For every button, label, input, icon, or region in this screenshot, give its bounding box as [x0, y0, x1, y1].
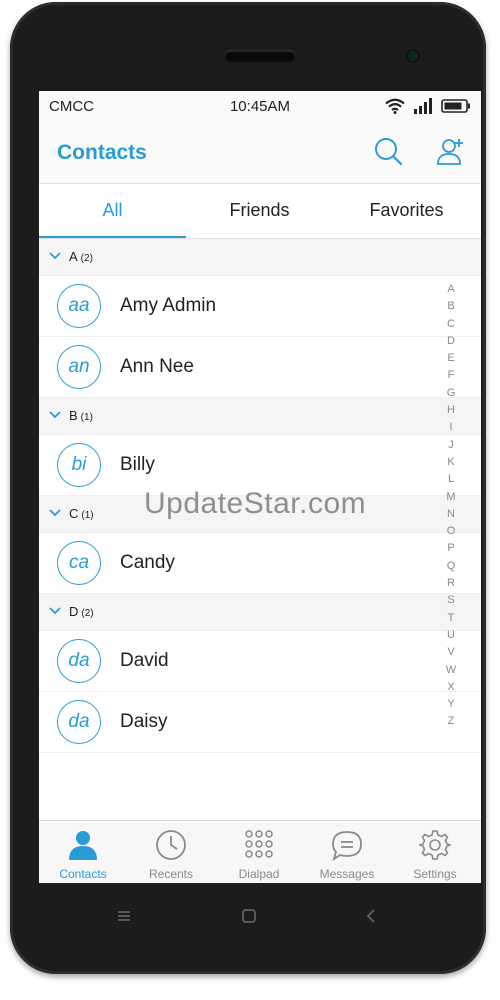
contact-row[interactable]: ca Candy [39, 533, 481, 594]
avatar: bi [57, 443, 101, 487]
alphabet-letter[interactable]: V [444, 644, 458, 661]
bottom-nav: Contacts Recents Dialpad Messages Settin… [39, 820, 481, 883]
alphabet-letter[interactable]: A [444, 281, 458, 298]
tab-favorites[interactable]: Favorites [333, 184, 480, 236]
chevron-down-icon [49, 607, 61, 615]
wifi-icon [385, 98, 405, 114]
avatar: an [57, 345, 101, 389]
avatar: ca [57, 541, 101, 585]
chevron-down-icon [49, 509, 61, 517]
section-count: (2) [80, 253, 93, 264]
phone-frame: CMCC 10:45AM Contacts All Friends Favori… [10, 2, 486, 974]
avatar: aa [57, 284, 101, 328]
alphabet-index[interactable]: ABCDEFGHIJKLMNOPQRSTUVWXYZ [444, 281, 458, 731]
section-count: (1) [80, 412, 93, 423]
contact-row[interactable]: aa Amy Admin [39, 276, 481, 337]
nav-contacts[interactable]: Contacts [39, 821, 127, 883]
section-letter: B (1) [69, 408, 93, 423]
alphabet-letter[interactable]: F [444, 367, 458, 384]
menu-icon[interactable] [116, 909, 132, 923]
alphabet-letter[interactable]: K [444, 454, 458, 471]
contact-name: Candy [120, 552, 175, 573]
chevron-down-icon [49, 252, 61, 260]
screen: CMCC 10:45AM Contacts All Friends Favori… [39, 91, 481, 883]
alphabet-letter[interactable]: G [444, 385, 458, 402]
search-icon[interactable] [372, 135, 404, 167]
nav-label: Settings [413, 867, 457, 881]
section-header-d[interactable]: D (2) [39, 594, 481, 631]
clock-icon [156, 830, 186, 860]
contact-name: Ann Nee [120, 356, 194, 377]
alphabet-letter[interactable]: R [444, 575, 458, 592]
dialpad-icon [245, 830, 273, 858]
avatar: da [57, 700, 101, 744]
alphabet-letter[interactable]: N [444, 506, 458, 523]
alphabet-letter[interactable]: D [444, 333, 458, 350]
section-count: (1) [81, 510, 94, 521]
nav-messages[interactable]: Messages [303, 821, 391, 883]
alphabet-letter[interactable]: B [444, 298, 458, 315]
tab-friends[interactable]: Friends [186, 184, 333, 236]
section-letter: D (2) [69, 604, 94, 619]
section-count: (2) [81, 608, 94, 619]
watermark: UpdateStar.com [144, 487, 367, 520]
app-header: Contacts [39, 121, 481, 184]
page-title: Contacts [57, 141, 147, 164]
contact-name: Daisy [120, 711, 168, 732]
signal-icon [414, 98, 432, 114]
alphabet-letter[interactable]: O [444, 523, 458, 540]
tab-bar: All Friends Favorites [39, 184, 481, 239]
add-contact-icon[interactable] [435, 135, 467, 167]
nav-label: Dialpad [238, 867, 280, 881]
alphabet-letter[interactable]: Q [444, 558, 458, 575]
avatar: da [57, 639, 101, 683]
message-icon [332, 831, 362, 861]
alphabet-letter[interactable]: L [444, 471, 458, 488]
alphabet-letter[interactable]: Z [444, 713, 458, 730]
alphabet-letter[interactable]: T [444, 610, 458, 627]
gear-icon [419, 830, 451, 860]
contact-name: David [120, 650, 169, 671]
alphabet-letter[interactable]: J [444, 437, 458, 454]
alphabet-letter[interactable]: X [444, 679, 458, 696]
person-icon [69, 831, 97, 860]
alphabet-letter[interactable]: H [444, 402, 458, 419]
alphabet-letter[interactable]: E [444, 350, 458, 367]
alphabet-letter[interactable]: M [444, 489, 458, 506]
nav-label: Messages [319, 867, 375, 881]
nav-dialpad[interactable]: Dialpad [215, 821, 303, 883]
home-icon[interactable] [241, 908, 257, 924]
alphabet-letter[interactable]: C [444, 316, 458, 333]
nav-label: Recents [148, 867, 194, 881]
nav-recents[interactable]: Recents [127, 821, 215, 883]
section-header-a[interactable]: A (2) [39, 239, 481, 276]
alphabet-letter[interactable]: S [444, 592, 458, 609]
contact-name: Billy [120, 454, 155, 475]
alphabet-letter[interactable]: P [444, 540, 458, 557]
alphabet-letter[interactable]: I [444, 419, 458, 436]
section-header-b[interactable]: B (1) [39, 398, 481, 435]
alphabet-letter[interactable]: Y [444, 696, 458, 713]
contact-name: Amy Admin [120, 295, 217, 316]
nav-label: Contacts [59, 867, 107, 881]
hardware-keys [10, 892, 486, 942]
tab-all[interactable]: All [39, 184, 186, 238]
battery-icon [441, 99, 470, 113]
contact-row[interactable]: da David [39, 631, 481, 692]
front-camera [408, 51, 418, 61]
chevron-down-icon [49, 411, 61, 419]
earpiece-speaker [224, 50, 296, 62]
section-letter: A (2) [69, 249, 93, 264]
contact-row[interactable]: da Daisy [39, 692, 481, 753]
status-icons [385, 98, 471, 114]
nav-settings[interactable]: Settings [391, 821, 479, 883]
contact-row[interactable]: an Ann Nee [39, 337, 481, 398]
back-icon[interactable] [365, 908, 377, 924]
alphabet-letter[interactable]: W [444, 662, 458, 679]
alphabet-letter[interactable]: U [444, 627, 458, 644]
status-bar: CMCC 10:45AM [39, 91, 481, 121]
section-letter: C (1) [69, 506, 94, 521]
